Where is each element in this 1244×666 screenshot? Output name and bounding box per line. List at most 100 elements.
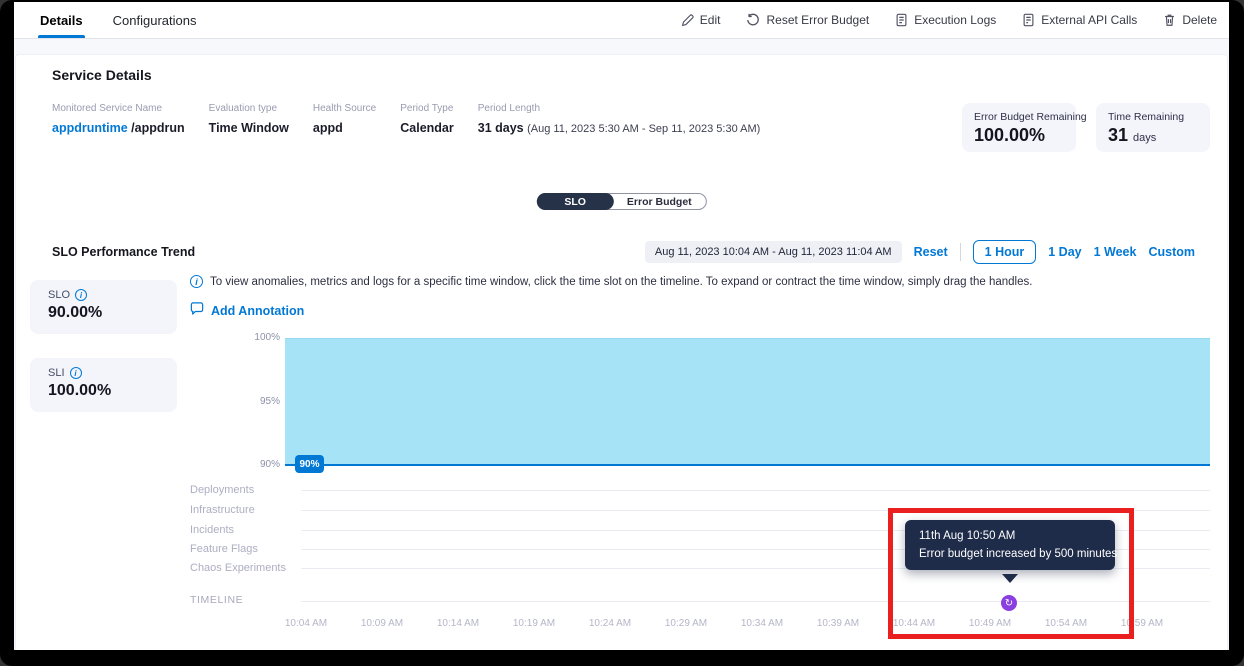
health-source-value: appd bbox=[313, 121, 376, 135]
lane-line bbox=[301, 510, 1210, 511]
lane-label-deployments: Deployments bbox=[190, 484, 254, 496]
divider bbox=[960, 243, 961, 261]
edit-button[interactable]: Edit bbox=[681, 13, 721, 27]
timeline-line[interactable] bbox=[301, 601, 1210, 602]
reset-error-budget-label: Reset Error Budget bbox=[766, 13, 869, 27]
range-1week-button[interactable]: 1 Week bbox=[1094, 245, 1137, 259]
field-monitored-service: Monitored Service Name appdruntime /appd… bbox=[52, 103, 185, 135]
edit-label: Edit bbox=[700, 13, 721, 27]
tab-configurations[interactable]: Configurations bbox=[111, 2, 199, 38]
period-length-range: (Aug 11, 2023 5:30 AM - Sep 11, 2023 5:3… bbox=[527, 123, 760, 135]
time-remaining-unit: days bbox=[1133, 132, 1156, 144]
field-health-source: Health Source appd bbox=[313, 103, 376, 135]
lane-label-feature-flags: Feature Flags bbox=[190, 543, 258, 555]
lane-label-infrastructure: Infrastructure bbox=[190, 504, 255, 516]
window-frame: Details Configurations Edit Reset Error … bbox=[0, 0, 1244, 666]
error-budget-remaining-value: 100.00% bbox=[974, 125, 1064, 146]
slo-card-label: SLO bbox=[48, 289, 70, 301]
field-label: Evaluation type bbox=[209, 103, 289, 114]
x-axis-tick: 10:24 AM bbox=[575, 618, 645, 629]
field-evaluation-type: Evaluation type Time Window bbox=[209, 103, 289, 135]
field-label: Period Type bbox=[400, 103, 454, 114]
x-axis-tick: 10:54 AM bbox=[1031, 618, 1101, 629]
execution-logs-button[interactable]: Execution Logs bbox=[895, 13, 996, 27]
pencil-icon bbox=[681, 14, 694, 27]
service-details-fields: Monitored Service Name appdruntime /appd… bbox=[52, 103, 760, 135]
tooltip-caret bbox=[1002, 574, 1018, 583]
range-1hour-button[interactable]: 1 Hour bbox=[973, 240, 1037, 264]
annotation-tooltip: 11th Aug 10:50 AM Error budget increased… bbox=[905, 520, 1115, 570]
trend-controls: Aug 11, 2023 10:04 AM - Aug 11, 2023 11:… bbox=[645, 240, 1195, 264]
range-1day-button[interactable]: 1 Day bbox=[1048, 245, 1081, 259]
y-axis-tick-95: 95% bbox=[240, 396, 280, 407]
reset-icon bbox=[746, 13, 760, 27]
lane-label-incidents: Incidents bbox=[190, 524, 234, 536]
error-budget-reset-marker-icon[interactable]: ↻ bbox=[1001, 595, 1017, 611]
annotation-tooltip-text: Error budget increased by 500 minutes bbox=[919, 548, 1101, 560]
toggle-slo[interactable]: SLO bbox=[536, 193, 614, 210]
add-annotation-label: Add Annotation bbox=[211, 304, 304, 318]
delete-label: Delete bbox=[1182, 13, 1217, 27]
lane-line bbox=[301, 490, 1210, 491]
field-period-length: Period Length 31 days (Aug 11, 2023 5:30… bbox=[478, 103, 761, 135]
info-icon: i bbox=[190, 275, 203, 288]
info-icon[interactable]: i bbox=[75, 289, 87, 301]
x-axis-tick: 10:14 AM bbox=[423, 618, 493, 629]
reset-error-budget-button[interactable]: Reset Error Budget bbox=[746, 13, 869, 27]
field-label: Health Source bbox=[313, 103, 376, 114]
header-bar: Details Configurations Edit Reset Error … bbox=[14, 2, 1229, 39]
info-banner: i To view anomalies, metrics and logs fo… bbox=[190, 275, 1032, 288]
view-toggle: SLO Error Budget bbox=[536, 193, 706, 210]
info-icon[interactable]: i bbox=[70, 367, 82, 379]
error-budget-remaining-card: Error Budget Remaining 100.00% bbox=[962, 103, 1076, 152]
sli-card-label: SLI bbox=[48, 367, 65, 379]
y-axis-tick-100: 100% bbox=[240, 332, 280, 343]
trend-title: SLO Performance Trend bbox=[52, 245, 195, 259]
info-text: To view anomalies, metrics and logs for … bbox=[210, 276, 1032, 288]
slo-area-chart[interactable] bbox=[285, 338, 1210, 465]
external-api-calls-button[interactable]: External API Calls bbox=[1022, 13, 1137, 27]
x-axis-tick: 10:19 AM bbox=[499, 618, 569, 629]
monitored-service-link[interactable]: appdruntime bbox=[52, 121, 128, 135]
tab-bar: Details Configurations bbox=[38, 2, 198, 38]
trash-icon bbox=[1163, 13, 1176, 27]
error-budget-remaining-label: Error Budget Remaining bbox=[974, 111, 1064, 123]
range-custom-button[interactable]: Custom bbox=[1148, 245, 1195, 259]
annotation-tooltip-time: 11th Aug 10:50 AM bbox=[919, 530, 1101, 542]
slo-card-value: 90.00% bbox=[48, 304, 159, 322]
content-background: Service Details Monitored Service Name a… bbox=[14, 39, 1229, 650]
tab-details-label: Details bbox=[40, 13, 83, 28]
time-remaining-value: 31 bbox=[1108, 125, 1128, 145]
main-panel: Service Details Monitored Service Name a… bbox=[16, 55, 1227, 650]
monitored-service-env: /appdrun bbox=[128, 121, 185, 135]
field-label: Monitored Service Name bbox=[52, 103, 185, 114]
app: Details Configurations Edit Reset Error … bbox=[14, 2, 1229, 650]
x-axis-tick: 10:39 AM bbox=[803, 618, 873, 629]
tab-configurations-label: Configurations bbox=[113, 13, 197, 28]
reset-link[interactable]: Reset bbox=[914, 245, 948, 259]
evaluation-type-value: Time Window bbox=[209, 121, 289, 135]
add-annotation-button[interactable]: Add Annotation bbox=[190, 302, 304, 320]
y-axis-tick-90: 90% bbox=[240, 459, 280, 470]
field-period-type: Period Type Calendar bbox=[400, 103, 454, 135]
sli-card-value: 100.00% bbox=[48, 382, 159, 400]
sli-card: SLI i 100.00% bbox=[30, 358, 177, 412]
x-axis-tick: 10:34 AM bbox=[727, 618, 797, 629]
slo-card: SLO i 90.00% bbox=[30, 280, 177, 334]
period-type-value: Calendar bbox=[400, 121, 454, 135]
toggle-error-budget[interactable]: Error Budget bbox=[613, 194, 706, 209]
tab-details[interactable]: Details bbox=[38, 2, 85, 38]
x-axis-tick: 10:44 AM bbox=[879, 618, 949, 629]
external-api-calls-label: External API Calls bbox=[1041, 13, 1137, 27]
speech-bubble-icon bbox=[190, 302, 204, 320]
x-axis-tick: 10:29 AM bbox=[651, 618, 721, 629]
field-label: Period Length bbox=[478, 103, 761, 114]
slo-target-badge: 90% bbox=[295, 455, 324, 473]
time-remaining-label: Time Remaining bbox=[1108, 111, 1198, 123]
delete-button[interactable]: Delete bbox=[1163, 13, 1217, 27]
execution-logs-label: Execution Logs bbox=[914, 13, 996, 27]
x-axis-tick: 10:59 AM bbox=[1107, 618, 1177, 629]
x-axis-tick: 10:09 AM bbox=[347, 618, 417, 629]
slo-target-line bbox=[285, 464, 1210, 466]
x-axis-tick: 10:49 AM bbox=[955, 618, 1025, 629]
